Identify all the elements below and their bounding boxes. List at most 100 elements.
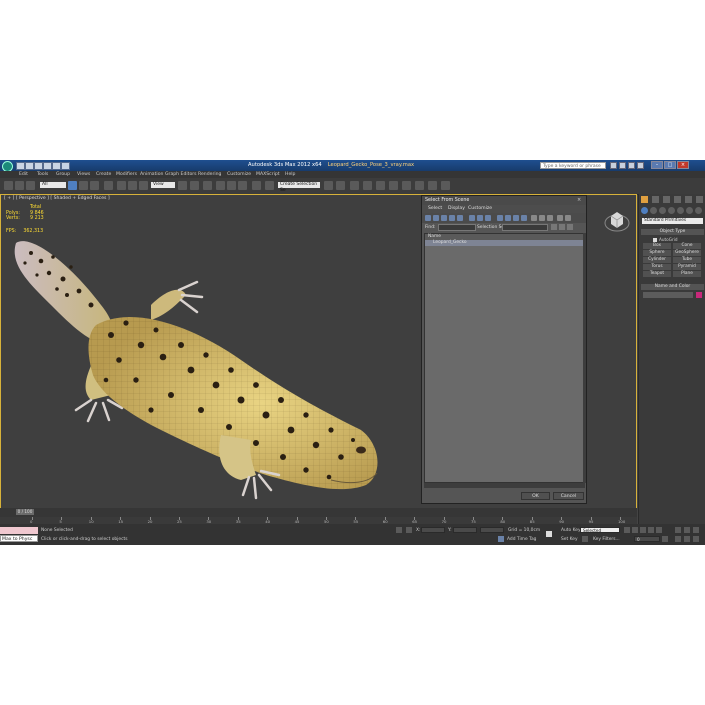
auto-key-button[interactable]: Auto Key (561, 528, 581, 533)
x-coord-field[interactable] (421, 527, 445, 533)
display-tab-icon[interactable] (685, 196, 692, 203)
display-shapes-icon[interactable] (433, 215, 439, 221)
geometry-icon[interactable] (641, 207, 648, 214)
shapes-icon[interactable] (650, 207, 657, 214)
name-and-color-rollout[interactable]: Name and Color (641, 284, 704, 290)
new-file-icon[interactable] (16, 162, 25, 170)
display-bones-icon[interactable] (497, 215, 503, 221)
mirror-icon[interactable] (324, 181, 333, 190)
maxscript-mini-listener[interactable]: Max to Physc (0, 535, 38, 542)
percent-snap-icon[interactable] (238, 181, 247, 190)
dialog-menu-select[interactable]: Select (428, 206, 442, 211)
modify-tab-icon[interactable] (652, 196, 659, 203)
project-folder-icon[interactable] (61, 162, 70, 170)
lights-icon[interactable] (659, 207, 666, 214)
render-setup-icon[interactable] (415, 181, 424, 190)
menu-tools[interactable]: Tools (37, 172, 48, 177)
tube-button[interactable]: Tube (673, 257, 701, 263)
selection-filter-dropdown[interactable]: All (40, 182, 66, 188)
add-time-tag[interactable]: Add Time Tag (507, 537, 536, 542)
list-item[interactable]: Leopard_Gecko (425, 240, 584, 246)
help-icon[interactable] (637, 162, 644, 169)
display-cameras-icon[interactable] (449, 215, 455, 221)
display-lights-icon[interactable] (441, 215, 447, 221)
create-tab-icon[interactable] (641, 196, 648, 203)
menu-animation[interactable]: Animation (140, 172, 163, 177)
time-slider-bar[interactable]: 0 / 100 (0, 508, 637, 517)
zoom-icon[interactable] (675, 527, 681, 533)
list-vertical-scrollbar[interactable] (583, 233, 586, 483)
object-color-swatch[interactable] (696, 292, 702, 298)
autogrid-check-icon[interactable] (653, 238, 657, 242)
cone-button[interactable]: Cone (673, 243, 701, 249)
plane-button[interactable]: Plane (673, 271, 701, 277)
torus-button[interactable]: Torus (643, 264, 671, 270)
systems-icon[interactable] (695, 207, 702, 214)
next-frame-icon[interactable] (648, 527, 654, 533)
select-object-icon[interactable] (68, 181, 77, 190)
selection-set-dropdown[interactable] (502, 224, 548, 231)
help-search-input[interactable]: Type a keyword or phrase (540, 162, 606, 169)
bind-space-warp-icon[interactable] (26, 181, 35, 190)
select-none-icon[interactable] (539, 215, 545, 221)
scene-object-list[interactable]: Name Leopard_Gecko (424, 233, 585, 483)
undo-icon[interactable] (43, 162, 52, 170)
selection-region-icon[interactable] (90, 181, 99, 190)
go-to-end-icon[interactable] (656, 527, 662, 533)
material-editor-icon[interactable] (402, 181, 411, 190)
previous-frame-icon[interactable] (632, 527, 638, 533)
key-icon[interactable] (582, 536, 588, 542)
menu-customize[interactable]: Customize (227, 172, 251, 177)
display-spacewarps-icon[interactable] (469, 215, 475, 221)
orbit-icon[interactable] (693, 536, 699, 542)
spinner-snap-icon[interactable] (252, 181, 261, 190)
save-file-icon[interactable] (34, 162, 43, 170)
display-geometry-icon[interactable] (425, 215, 431, 221)
time-configuration-icon[interactable] (662, 536, 668, 542)
scale-icon[interactable] (139, 181, 148, 190)
track-bar[interactable]: 0 5 10 15 20 25 30 35 40 45 50 55 60 65 70 75 80 85 90 95 10… (0, 517, 637, 524)
keyboard-shortcut-icon[interactable] (203, 181, 212, 190)
key-mode-icon[interactable] (546, 531, 552, 537)
geosphere-button[interactable]: GeoSphere (673, 250, 701, 256)
display-groups-icon[interactable] (477, 215, 483, 221)
maximize-button[interactable]: □ (664, 161, 676, 169)
cylinder-button[interactable]: Cylinder (643, 257, 671, 263)
maxscript-listener-pink[interactable] (0, 527, 38, 534)
select-all-icon[interactable] (531, 215, 537, 221)
cameras-icon[interactable] (668, 207, 675, 214)
motion-tab-icon[interactable] (674, 196, 681, 203)
zoom-extents-icon[interactable] (693, 527, 699, 533)
object-name-field[interactable] (643, 292, 693, 298)
helpers-icon[interactable] (677, 207, 684, 214)
menu-maxscript[interactable]: MAXScript (256, 172, 280, 177)
ok-button[interactable]: OK (521, 492, 550, 500)
find-input[interactable] (438, 224, 476, 231)
window-crossing-icon[interactable] (104, 181, 113, 190)
set-key-button[interactable]: Set Key (561, 537, 578, 542)
menu-help[interactable]: Help (285, 172, 295, 177)
utilities-tab-icon[interactable] (696, 196, 703, 203)
display-frozen-icon[interactable] (513, 215, 519, 221)
play-icon[interactable] (640, 527, 646, 533)
go-to-start-icon[interactable] (624, 527, 630, 533)
remove-selection-set-icon[interactable] (559, 224, 565, 230)
pyramid-button[interactable]: Pyramid (673, 264, 701, 270)
minimize-button[interactable]: – (651, 161, 663, 169)
menu-views[interactable]: Views (77, 172, 90, 177)
sync-selection-icon[interactable] (557, 215, 563, 221)
select-by-name-icon[interactable] (79, 181, 88, 190)
object-type-rollout[interactable]: Object Type (641, 229, 704, 235)
open-file-icon[interactable] (25, 162, 34, 170)
field-of-view-icon[interactable] (675, 536, 681, 542)
layer-manager-icon[interactable] (350, 181, 359, 190)
display-xrefs-icon[interactable] (485, 215, 491, 221)
time-tag-icon[interactable] (498, 536, 504, 542)
rotate-icon[interactable] (128, 181, 137, 190)
render-production-icon[interactable] (441, 181, 450, 190)
time-slider[interactable]: 0 / 100 (16, 509, 34, 515)
selected-dropdown[interactable]: Selected (580, 527, 620, 533)
menu-graph-editors[interactable]: Graph Editors (165, 172, 197, 177)
communication-center-icon[interactable] (628, 162, 635, 169)
align-icon[interactable] (336, 181, 345, 190)
